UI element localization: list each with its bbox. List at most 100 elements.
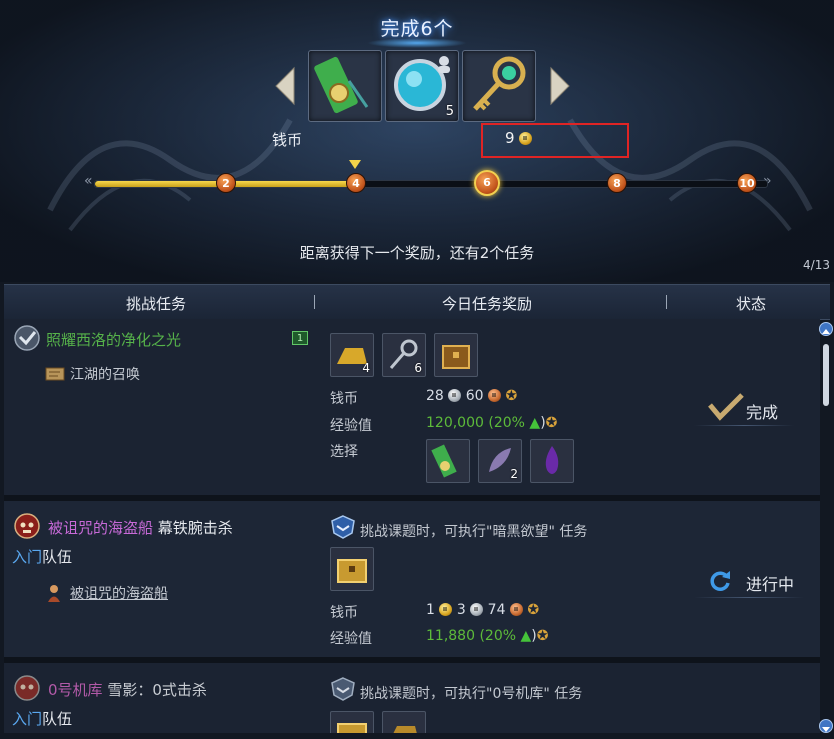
gold-bars-icon: [393, 726, 417, 733]
task-objective: 幕铁腕击杀: [157, 519, 233, 537]
pouch-icon: [314, 56, 369, 114]
completed-check-icon: [708, 393, 744, 421]
task-status-in-progress: 进行中: [746, 575, 795, 594]
next-reward-arrow-icon[interactable]: [549, 66, 571, 106]
task-count-badge: 1: [292, 331, 308, 345]
header-reward: 今日任务奖励: [442, 295, 533, 313]
exp-label: 经验值: [330, 418, 372, 434]
item-count: 6: [414, 361, 422, 375]
header-status: 状态: [736, 295, 767, 313]
up-arrow-icon: ▲: [520, 628, 532, 644]
chevron-up-icon: [822, 329, 830, 334]
bonus-star-icon: ✪: [505, 388, 518, 404]
exp-values: 120,000 (20% ▲)✪: [426, 415, 557, 431]
reward-slot-key[interactable]: [462, 50, 536, 122]
exp-bonus-open: (20%: [479, 628, 517, 644]
milestone-6-current[interactable]: 6: [474, 170, 500, 196]
golden-chest-icon: [337, 723, 367, 733]
page-count: 4/13: [803, 258, 830, 272]
task-title-line: 被诅咒的海盗船 幕铁腕击杀: [48, 517, 233, 538]
skull-boss-icon: [14, 675, 40, 701]
background-dragon-ornament: [47, 118, 293, 232]
completion-title: 完成6个: [380, 18, 454, 40]
chevron-down-icon: [822, 727, 830, 732]
milestone-10[interactable]: 10: [737, 173, 757, 193]
gold-amount: 1: [426, 602, 435, 618]
exp-label: 经验值: [330, 631, 372, 647]
item-count: 2: [510, 467, 518, 481]
reward-item-chest[interactable]: [434, 333, 478, 377]
copper-amount: 74: [487, 602, 506, 618]
gold-coin-icon: [439, 603, 453, 616]
exp-amount: 11,880: [426, 628, 475, 644]
task-subtitle: 江湖的召唤: [70, 367, 140, 383]
task-row-completed[interactable]: 照耀西洛的净化之光 1 江湖的召唤 4 6 钱币 28 60 ✪ 经验值 120…: [4, 319, 820, 495]
exp-bonus-open: (20%: [488, 415, 525, 431]
challenge-complete-icon: [14, 325, 40, 351]
task-objective: 雪影：0式击杀: [107, 681, 207, 699]
milestone-2[interactable]: 2: [216, 173, 236, 193]
coin-values: 1 3 74 ✪: [426, 602, 539, 618]
reward-item-bars[interactable]: [382, 711, 426, 733]
scroll-down-button[interactable]: [819, 719, 833, 733]
background-dragon-ornament-right: [567, 118, 813, 232]
reward-item-chest[interactable]: [330, 547, 374, 591]
coin-label: 钱币: [330, 391, 358, 407]
reward-slot-pouch[interactable]: [308, 50, 382, 122]
skull-boss-icon: [14, 513, 40, 539]
refresh-progress-icon: [710, 571, 730, 591]
difficulty-level: 入门: [12, 710, 43, 728]
milestone-8[interactable]: 8: [607, 173, 627, 193]
dungeon-name[interactable]: 被诅咒的海盗船: [48, 519, 153, 537]
task-row-pending[interactable]: 0号机库 雪影：0式击杀 入门队伍 挑战课题时，可执行"0号机库" 任务: [4, 663, 820, 733]
title-glow: [367, 38, 467, 48]
header-separator: [314, 295, 315, 309]
milestone-4[interactable]: 4: [346, 173, 366, 193]
choice-item-pouch[interactable]: [426, 439, 470, 483]
choice-item-feather[interactable]: 2: [478, 439, 522, 483]
reward-progress-panel: 完成6个 5 钱币 9 « »: [0, 0, 834, 282]
copper-coin-icon: [488, 389, 502, 402]
scroll-up-button[interactable]: [819, 322, 833, 336]
task-row-in-progress[interactable]: 被诅咒的海盗船 幕铁腕击杀 入门队伍 被诅咒的海盗船 挑战课题时，可执行"暗黑欲…: [4, 501, 820, 657]
challenge-emblem-icon: [331, 677, 355, 701]
gold-coin-icon: [519, 132, 533, 145]
choice-label: 选择: [330, 444, 358, 460]
dungeon-location-link[interactable]: 被诅咒的海盗船: [70, 583, 168, 603]
coin-highlight-box: [481, 123, 629, 158]
task-list-scrollbar[interactable]: [818, 320, 834, 733]
task-title-line: 0号机库 雪影：0式击杀: [48, 679, 207, 700]
header-separator: [666, 295, 667, 309]
silver-coin-icon: [448, 389, 462, 402]
track-start-chevron-icon: «: [84, 173, 93, 189]
task-difficulty: 入门队伍: [12, 708, 72, 729]
silver-coin-icon: [470, 603, 484, 616]
previous-reward-arrow-icon[interactable]: [274, 66, 296, 106]
reward-slot-orb[interactable]: 5: [385, 50, 459, 122]
task-difficulty: 入门队伍: [12, 546, 72, 567]
golden-chest-icon: [337, 559, 367, 583]
difficulty-level: 入门: [12, 548, 43, 566]
npc-figure-icon: [48, 585, 60, 602]
bonus-star-icon: ✪: [536, 628, 549, 644]
coin-values: 28 60 ✪: [426, 388, 517, 404]
status-underline: [694, 425, 794, 426]
jewel-key-icon: [473, 56, 526, 111]
reward-item-gold-bars[interactable]: 4: [330, 333, 374, 377]
reward-coin-value: 9: [505, 129, 533, 147]
treasure-chest-icon: [442, 345, 470, 369]
dungeon-name[interactable]: 0号机库: [48, 681, 103, 699]
task-title[interactable]: 照耀西洛的净化之光: [46, 329, 181, 350]
silver-amount: 3: [456, 602, 466, 618]
scroll-thumb[interactable]: [823, 344, 829, 406]
reward-item-chest[interactable]: [330, 711, 374, 733]
choice-item-flame[interactable]: [530, 439, 574, 483]
progress-track: [94, 180, 768, 188]
reward-item-key[interactable]: 6: [382, 333, 426, 377]
challenge-note: 挑战课题时，可执行"0号机库" 任务: [360, 686, 583, 702]
task-list: 照耀西洛的净化之光 1 江湖的召唤 4 6 钱币 28 60 ✪ 经验值 120…: [4, 319, 820, 733]
bonus-star-icon: ✪: [545, 415, 558, 431]
copper-amount: 60: [465, 388, 484, 404]
copper-coin-icon: [509, 603, 523, 616]
challenge-note: 挑战课题时，可执行"暗黑欲望" 任务: [360, 524, 588, 540]
